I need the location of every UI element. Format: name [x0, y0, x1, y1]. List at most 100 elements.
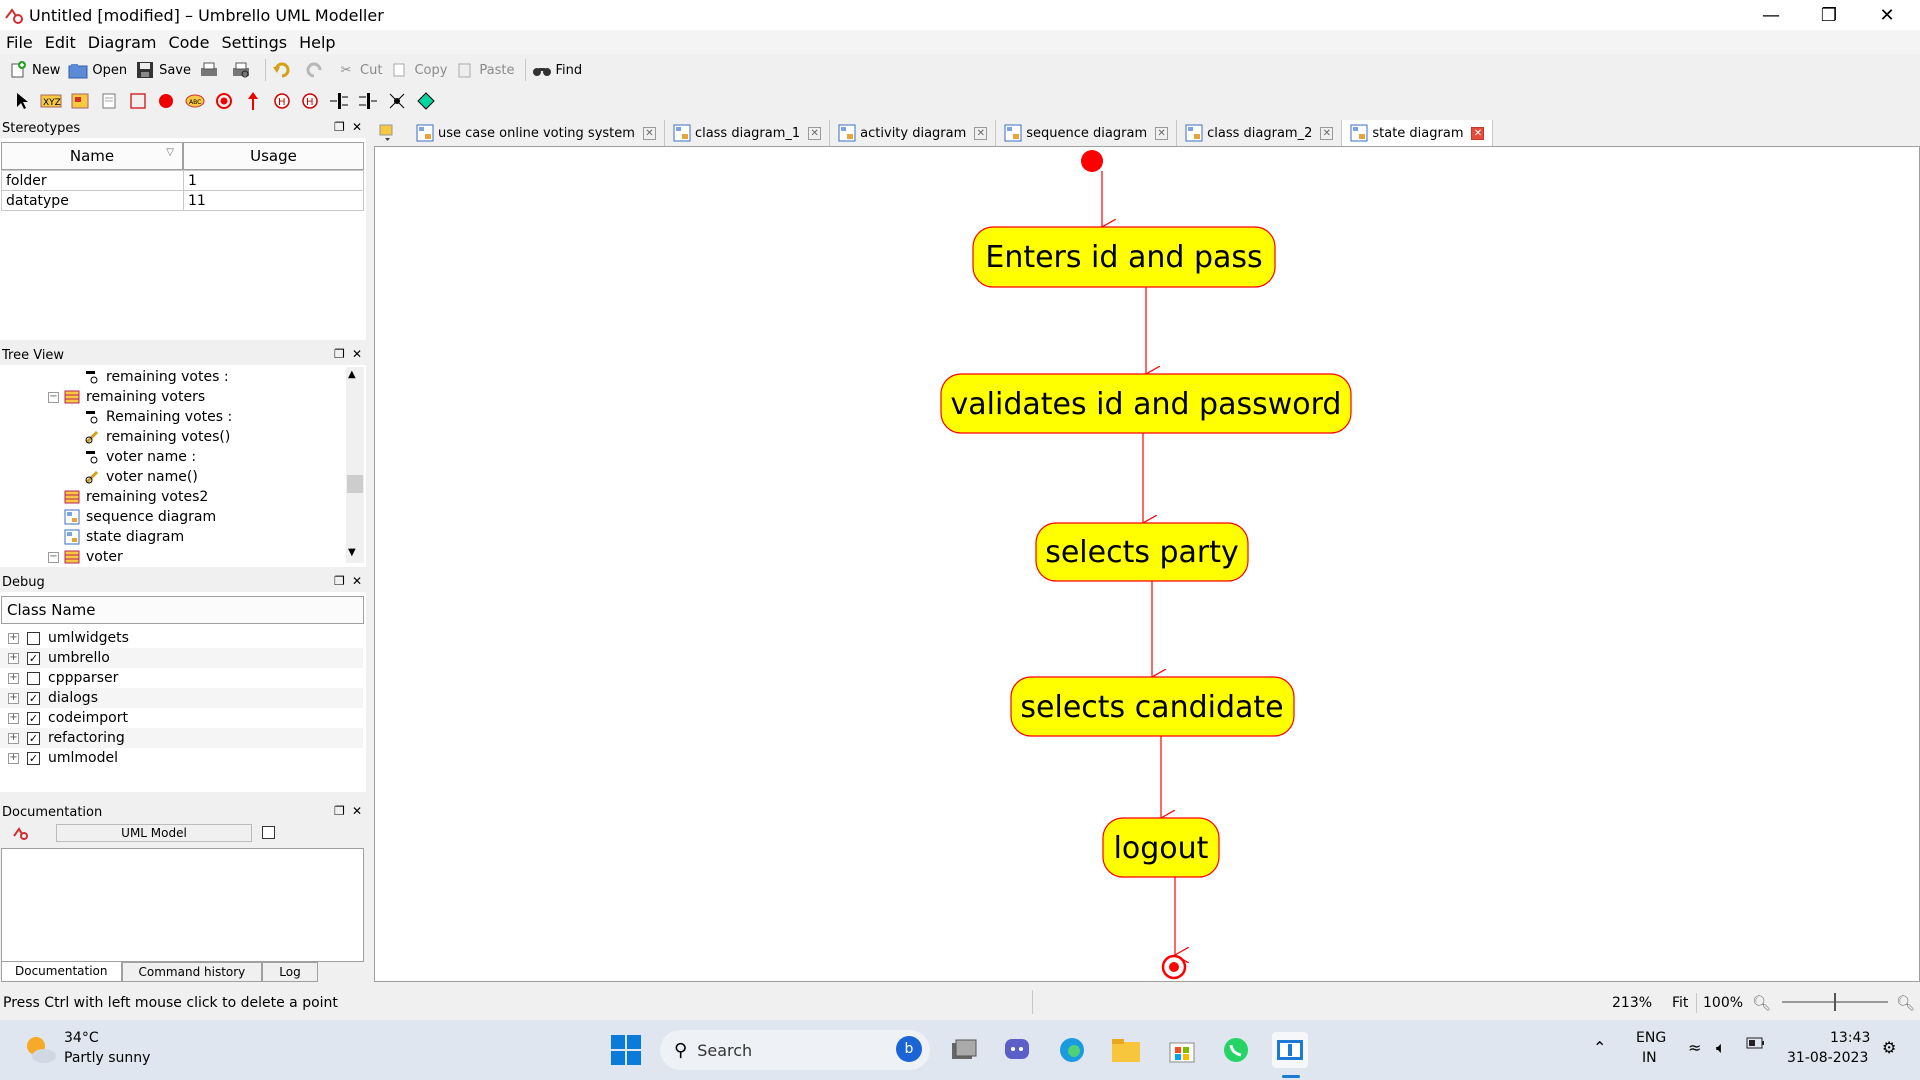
- zoom-slider[interactable]: [1782, 993, 1888, 1011]
- tree-item[interactable]: voter name :: [84, 447, 196, 467]
- menu-help[interactable]: Help: [293, 33, 341, 52]
- tree-item[interactable]: Remaining votes :: [84, 407, 232, 427]
- diagram-canvas[interactable]: Enters id and pass validates id and pass…: [374, 146, 1920, 982]
- class-name-header[interactable]: Class Name: [1, 596, 364, 624]
- tab-class-diagram-2[interactable]: class diagram_2 ✕: [1177, 120, 1343, 146]
- initial-state-tool[interactable]: [152, 89, 181, 113]
- tree-scrollbar[interactable]: ▲ ▼: [346, 367, 364, 563]
- debug-row[interactable]: + ✓ umlmodel: [0, 748, 363, 768]
- tree-item[interactable]: voter: [64, 547, 123, 567]
- note-tool[interactable]: [66, 89, 95, 113]
- state-tool[interactable]: ABC: [181, 89, 210, 113]
- wifi-icon[interactable]: ≈: [1688, 1038, 1701, 1057]
- select-arrow-tool[interactable]: [8, 89, 37, 113]
- shallow-history-tool[interactable]: H: [296, 89, 325, 113]
- menu-settings[interactable]: Settings: [215, 33, 293, 52]
- tab-state-diagram[interactable]: state diagram ✕: [1342, 120, 1494, 146]
- bing-icon[interactable]: b: [896, 1036, 922, 1062]
- end-state-tool[interactable]: [210, 89, 239, 113]
- close-tab-icon[interactable]: ✕: [642, 126, 656, 140]
- clock-time[interactable]: 13:43: [1830, 1030, 1870, 1046]
- start-button[interactable]: [608, 1032, 644, 1068]
- state-node[interactable]: selects candidate: [1010, 676, 1295, 737]
- expand-toggle[interactable]: +: [8, 692, 19, 704]
- cut-button[interactable]: ✂ Cut: [334, 57, 388, 83]
- tree-item[interactable]: voter name(): [84, 467, 198, 487]
- edge-browser-icon[interactable]: [1054, 1032, 1090, 1068]
- umbrello-taskbar-icon[interactable]: [1272, 1032, 1308, 1068]
- junction-tool[interactable]: [382, 89, 411, 113]
- file-explorer-icon[interactable]: [1108, 1032, 1144, 1068]
- menu-diagram[interactable]: Diagram: [82, 33, 163, 52]
- weather-icon[interactable]: [22, 1032, 58, 1068]
- close-dock-icon[interactable]: ✕: [352, 804, 362, 818]
- debug-row[interactable]: + ✓ dialogs: [0, 688, 363, 708]
- debug-checkbox[interactable]: ✓: [27, 751, 40, 765]
- tree-item[interactable]: remaining votes :: [84, 367, 229, 387]
- region-code[interactable]: IN: [1642, 1050, 1657, 1066]
- float-dock-icon[interactable]: ❐: [334, 574, 345, 588]
- new-button[interactable]: New: [6, 57, 66, 83]
- close-dock-icon[interactable]: ✕: [352, 574, 362, 588]
- join-tool[interactable]: [354, 89, 383, 113]
- menu-edit[interactable]: Edit: [39, 33, 82, 52]
- close-tab-icon[interactable]: ✕: [808, 126, 822, 140]
- anchor-tool[interactable]: [94, 89, 123, 113]
- paste-button[interactable]: Paste: [453, 57, 520, 83]
- scroll-thumb[interactable]: [347, 475, 363, 493]
- table-row[interactable]: datatype 11: [1, 190, 364, 211]
- final-state[interactable]: [1161, 954, 1187, 980]
- close-tab-icon[interactable]: ✕: [1320, 126, 1334, 140]
- state-node[interactable]: Enters id and pass: [972, 226, 1276, 288]
- undo-button[interactable]: [270, 57, 302, 83]
- task-view-icon[interactable]: [946, 1032, 982, 1068]
- find-button[interactable]: Find: [530, 57, 589, 83]
- tab-use-case-online-voting-system[interactable]: use case online voting system ✕: [408, 120, 665, 146]
- clock-date[interactable]: 31-08-2023: [1787, 1050, 1868, 1066]
- initial-state[interactable]: [1081, 150, 1103, 172]
- tab-class-diagram-1[interactable]: class diagram_1 ✕: [664, 120, 831, 146]
- expand-toggle[interactable]: +: [8, 752, 19, 764]
- zoom-in-icon[interactable]: 🔍︎: [1896, 994, 1915, 1012]
- debug-checkbox[interactable]: ✓: [27, 711, 40, 725]
- zoom-slider-handle[interactable]: [1834, 993, 1836, 1011]
- speaker-muted-icon[interactable]: 🔈︎: [1716, 1038, 1726, 1058]
- transition-tool[interactable]: [238, 89, 267, 113]
- new-tab-button[interactable]: [376, 122, 400, 142]
- table-row[interactable]: folder 1: [1, 170, 364, 191]
- debug-checkbox[interactable]: ✓: [27, 691, 40, 705]
- debug-checkbox[interactable]: [27, 671, 40, 685]
- expand-toggle[interactable]: +: [8, 712, 19, 724]
- teams-chat-icon[interactable]: [1000, 1032, 1036, 1068]
- deep-history-tool[interactable]: H: [267, 89, 296, 113]
- float-dock-icon[interactable]: ❐: [334, 120, 345, 134]
- print-button[interactable]: [197, 57, 229, 83]
- tree-item[interactable]: remaining votes(): [84, 427, 230, 447]
- language-code[interactable]: ENG: [1636, 1030, 1666, 1046]
- tree-item[interactable]: sequence diagram: [64, 507, 216, 527]
- taskbar-search[interactable]: ⚲ Search b: [660, 1030, 930, 1070]
- expand-toggle[interactable]: +: [8, 672, 19, 684]
- tree-item[interactable]: remaining votes2: [64, 487, 208, 507]
- close-dock-icon[interactable]: ✕: [352, 347, 362, 361]
- uml-model-field[interactable]: UML Model: [56, 824, 252, 842]
- debug-row[interactable]: + cppparser: [0, 668, 363, 688]
- scroll-down-icon[interactable]: ▼: [348, 547, 356, 558]
- tab-log[interactable]: Log: [262, 962, 318, 982]
- text-line-tool[interactable]: XYZ: [37, 89, 66, 113]
- tree-item[interactable]: remaining voters: [64, 387, 205, 407]
- whatsapp-icon[interactable]: [1218, 1032, 1254, 1068]
- debug-row[interactable]: + ✓ codeimport: [0, 708, 363, 728]
- close-dock-icon[interactable]: ✕: [352, 120, 362, 134]
- zoom-out-icon[interactable]: 🔍︎: [1752, 994, 1771, 1012]
- fit-button[interactable]: Fit: [1666, 993, 1694, 1013]
- minimize-button[interactable]: —: [1742, 0, 1800, 30]
- debug-checkbox[interactable]: ✓: [27, 651, 40, 665]
- fork-tool[interactable]: [325, 89, 354, 113]
- close-tab-icon[interactable]: ✕: [1471, 126, 1485, 140]
- expand-toggle[interactable]: +: [8, 732, 19, 744]
- documentation-checkbox[interactable]: [262, 826, 275, 839]
- microsoft-store-icon[interactable]: [1164, 1032, 1200, 1068]
- documentation-textarea[interactable]: [1, 848, 364, 962]
- scroll-up-icon[interactable]: ▲: [348, 369, 356, 380]
